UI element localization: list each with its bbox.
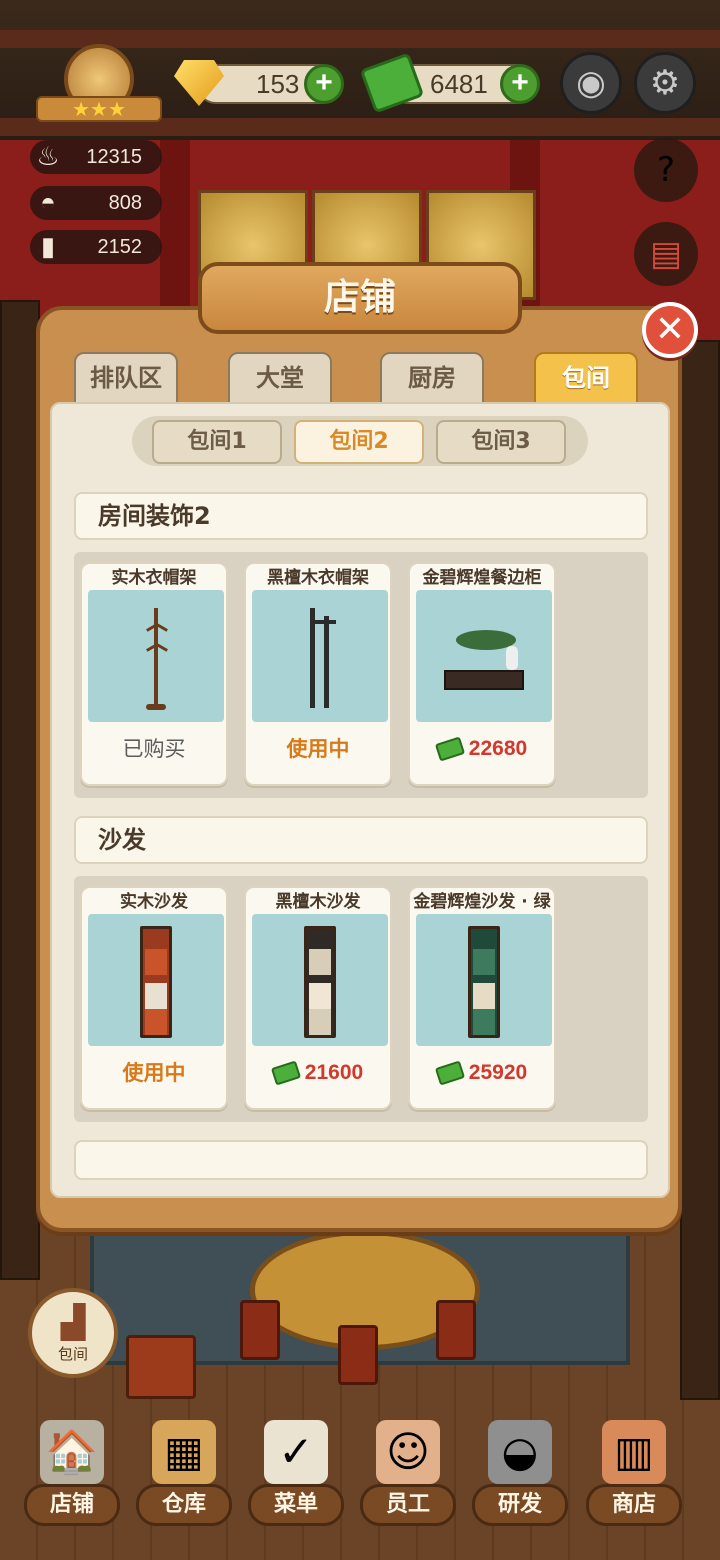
item-card[interactable]: 金碧辉煌餐边柜 22680 [408, 562, 556, 786]
stat-dishes: ◓ 808 [30, 186, 162, 220]
subtab-room-1[interactable]: 包间1 [152, 420, 282, 464]
modal-title: 店铺 [198, 262, 522, 334]
stat-value: 808 [108, 192, 142, 214]
item-name: 黑檀木沙发 [275, 892, 361, 912]
nav-staff[interactable]: ☺ 员工 [356, 1410, 456, 1530]
cash-icon [434, 736, 465, 763]
subtab-room-2[interactable]: 包间2 [294, 420, 424, 464]
cash-icon [270, 1060, 301, 1087]
price-value: 25920 [468, 1061, 528, 1084]
tab-kitchen[interactable]: 厨房 [380, 352, 484, 404]
recipe-book-icon: ▮ [40, 231, 56, 261]
left-wall-shelf [0, 300, 40, 1280]
dish-cover-icon: ◓ [40, 187, 56, 217]
rank-badge[interactable]: ★★★ [36, 44, 162, 128]
sideboard-image [416, 590, 552, 722]
price-value: 21600 [304, 1061, 364, 1084]
ebony-coat-rack-image [252, 590, 388, 722]
close-icon: ✕ [654, 309, 686, 350]
wok-icon: ◒ [488, 1420, 552, 1484]
coat-rack-image [88, 590, 224, 722]
stat-recipes: ▮ 2152 [30, 230, 162, 264]
clipboard-icon: ✓ [264, 1420, 328, 1484]
nav-label: 菜单 [248, 1484, 344, 1526]
nav-label: 仓库 [136, 1484, 232, 1526]
camera-icon: ◉ [576, 63, 606, 103]
item-card[interactable]: 实木沙发 使用中 [80, 886, 228, 1110]
small-cabinet [126, 1335, 196, 1399]
help-book-icon: ? [656, 150, 676, 190]
item-name: 金碧辉煌餐边柜 [422, 568, 542, 588]
add-cash-button[interactable]: + [500, 64, 540, 104]
task-book-button[interactable]: ▤ [634, 222, 698, 286]
dining-chair [338, 1325, 378, 1385]
dining-chair [436, 1300, 476, 1360]
cash-count: 6481 [430, 69, 488, 99]
stat-value: 2152 [97, 236, 143, 258]
gear-icon: ⚙ [649, 63, 681, 103]
close-button[interactable]: ✕ [642, 302, 698, 358]
nav-warehouse[interactable]: ▦ 仓库 [132, 1410, 232, 1530]
tab-private-room[interactable]: 包间 [534, 352, 638, 404]
private-room-subtabs: 包间1 包间2 包间3 [132, 416, 588, 466]
item-name: 实木沙发 [120, 892, 188, 912]
private-room-label: 包间 [57, 1345, 88, 1363]
nav-shop[interactable]: 🏠 店铺 [20, 1410, 120, 1530]
ebony-sofa-image [252, 914, 388, 1046]
nav-menu[interactable]: ✓ 菜单 [244, 1410, 344, 1530]
next-section-header [74, 1140, 648, 1180]
item-status: 已购买 [122, 737, 186, 761]
staff-icon: ☺ [376, 1420, 440, 1484]
item-price[interactable]: 22680 [410, 734, 554, 764]
cash-icon [434, 1060, 465, 1087]
boxes-icon: ▦ [152, 1420, 216, 1484]
stat-stoves: ♨ 12315 [30, 140, 162, 174]
stat-value: 12315 [86, 146, 142, 168]
item-status: 使用中 [286, 737, 350, 761]
item-card[interactable]: 黑檀木沙发 21600 [244, 886, 392, 1110]
shop-building-icon: 🏠 [40, 1420, 104, 1484]
green-gold-sofa-image [416, 914, 552, 1046]
dining-chair [240, 1300, 280, 1360]
item-card[interactable]: 金碧辉煌沙发 · 绿 25920 [408, 886, 556, 1110]
tab-hall[interactable]: 大堂 [228, 352, 332, 404]
section-header-decor: 房间装饰2 [74, 492, 648, 540]
nav-label: 店铺 [24, 1484, 120, 1526]
nav-label: 员工 [360, 1484, 456, 1526]
bottom-nav: 🏠 店铺 ▦ 仓库 ✓ 菜单 ☺ 员工 ◒ 研发 ▥ 商店 [0, 1410, 720, 1560]
store-icon: ▥ [602, 1420, 666, 1484]
item-name: 黑檀木衣帽架 [267, 568, 369, 588]
shop-content-panel[interactable]: 包间1 包间2 包间3 房间装饰2 实木衣帽架 已购买 黑檀木衣帽架 使用中 金… [50, 402, 670, 1198]
rank-stars: ★★★ [36, 96, 162, 122]
settings-button[interactable]: ⚙ [634, 52, 696, 114]
price-value: 22680 [468, 737, 528, 760]
item-price[interactable]: 25920 [410, 1058, 554, 1088]
item-price[interactable]: 21600 [246, 1058, 390, 1088]
right-wall-shelf [680, 340, 720, 1400]
pot-icon: ♨ [36, 141, 60, 171]
guide-book-button[interactable]: ? [634, 138, 698, 202]
camera-button[interactable]: ◉ [560, 52, 622, 114]
private-room-button[interactable]: ▟ 包间 [28, 1288, 118, 1378]
add-gems-button[interactable]: + [304, 64, 344, 104]
tab-queue-area[interactable]: 排队区 [74, 352, 178, 404]
item-card[interactable]: 实木衣帽架 已购买 [80, 562, 228, 786]
nav-label: 研发 [472, 1484, 568, 1526]
wood-sofa-image [88, 914, 224, 1046]
nav-store[interactable]: ▥ 商店 [582, 1410, 682, 1530]
subtab-room-3[interactable]: 包间3 [436, 420, 566, 464]
gem-count: 153 [256, 69, 300, 99]
item-card[interactable]: 黑檀木衣帽架 使用中 [244, 562, 392, 786]
nav-research[interactable]: ◒ 研发 [468, 1410, 568, 1530]
red-book-icon: ▤ [649, 234, 683, 274]
item-status: 使用中 [122, 1061, 186, 1085]
section-header-sofa: 沙发 [74, 816, 648, 864]
item-name: 实木衣帽架 [111, 568, 197, 588]
sofa-icon: ▟ [60, 1303, 86, 1341]
nav-label: 商店 [586, 1484, 682, 1526]
item-name: 金碧辉煌沙发 · 绿 [413, 892, 551, 912]
